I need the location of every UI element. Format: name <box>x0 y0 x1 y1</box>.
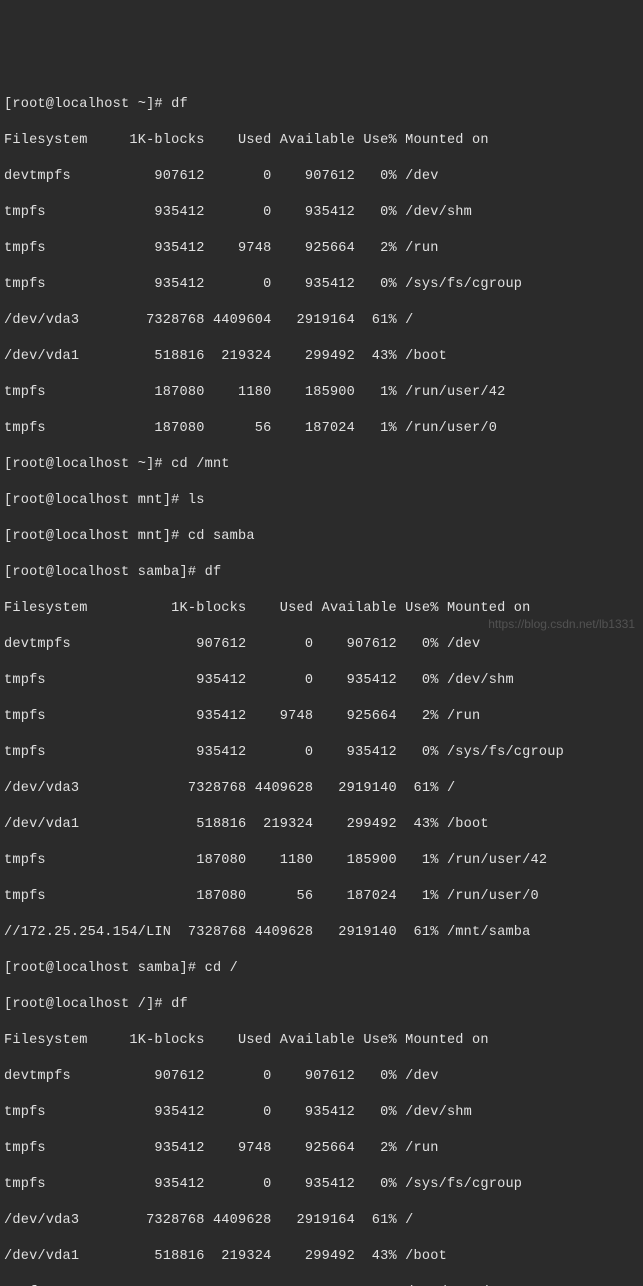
df-row: tmpfs 935412 9748 925664 2% /run <box>4 708 639 726</box>
prompt-line: [root@localhost ~]# cd /mnt <box>4 456 639 474</box>
df-row: //172.25.254.154/LIN 7328768 4409628 291… <box>4 924 639 942</box>
df-row: tmpfs 935412 0 935412 0% /dev/shm <box>4 1104 639 1122</box>
terminal-output[interactable]: [root@localhost ~]# df Filesystem 1K-blo… <box>4 78 639 1286</box>
df-row: tmpfs 187080 1180 185900 1% /run/user/42 <box>4 384 639 402</box>
prompt-line: [root@localhost mnt]# cd samba <box>4 528 639 546</box>
watermark-text: https://blog.csdn.net/lb1331 <box>488 615 635 633</box>
prompt-line: [root@localhost samba]# cd / <box>4 960 639 978</box>
df-row: tmpfs 935412 0 935412 0% /sys/fs/cgroup <box>4 1176 639 1194</box>
df-row: devtmpfs 907612 0 907612 0% /dev <box>4 636 639 654</box>
df-header: Filesystem 1K-blocks Used Available Use%… <box>4 1032 639 1050</box>
df-row: /dev/vda1 518816 219324 299492 43% /boot <box>4 1248 639 1266</box>
df-row: tmpfs 187080 1180 185900 1% /run/user/42 <box>4 1284 639 1286</box>
df-row: tmpfs 187080 1180 185900 1% /run/user/42 <box>4 852 639 870</box>
prompt-line: [root@localhost mnt]# ls <box>4 492 639 510</box>
df-row: /dev/vda3 7328768 4409628 2919140 61% / <box>4 780 639 798</box>
df-row: tmpfs 935412 0 935412 0% /dev/shm <box>4 204 639 222</box>
df-row: tmpfs 935412 9748 925664 2% /run <box>4 1140 639 1158</box>
prompt-line: [root@localhost ~]# df <box>4 96 639 114</box>
df-row: tmpfs 187080 56 187024 1% /run/user/0 <box>4 420 639 438</box>
df-row: /dev/vda3 7328768 4409604 2919164 61% / <box>4 312 639 330</box>
prompt-line: [root@localhost samba]# df <box>4 564 639 582</box>
df-header: Filesystem 1K-blocks Used Available Use%… <box>4 132 639 150</box>
df-row: tmpfs 187080 56 187024 1% /run/user/0 <box>4 888 639 906</box>
df-row: tmpfs 935412 9748 925664 2% /run <box>4 240 639 258</box>
df-row: /dev/vda3 7328768 4409628 2919164 61% / <box>4 1212 639 1230</box>
df-row: tmpfs 935412 0 935412 0% /sys/fs/cgroup <box>4 744 639 762</box>
df-row: /dev/vda1 518816 219324 299492 43% /boot <box>4 816 639 834</box>
df-row: devtmpfs 907612 0 907612 0% /dev <box>4 1068 639 1086</box>
df-row: /dev/vda1 518816 219324 299492 43% /boot <box>4 348 639 366</box>
df-row: tmpfs 935412 0 935412 0% /dev/shm <box>4 672 639 690</box>
prompt-line: [root@localhost /]# df <box>4 996 639 1014</box>
df-row: tmpfs 935412 0 935412 0% /sys/fs/cgroup <box>4 276 639 294</box>
df-row: devtmpfs 907612 0 907612 0% /dev <box>4 168 639 186</box>
